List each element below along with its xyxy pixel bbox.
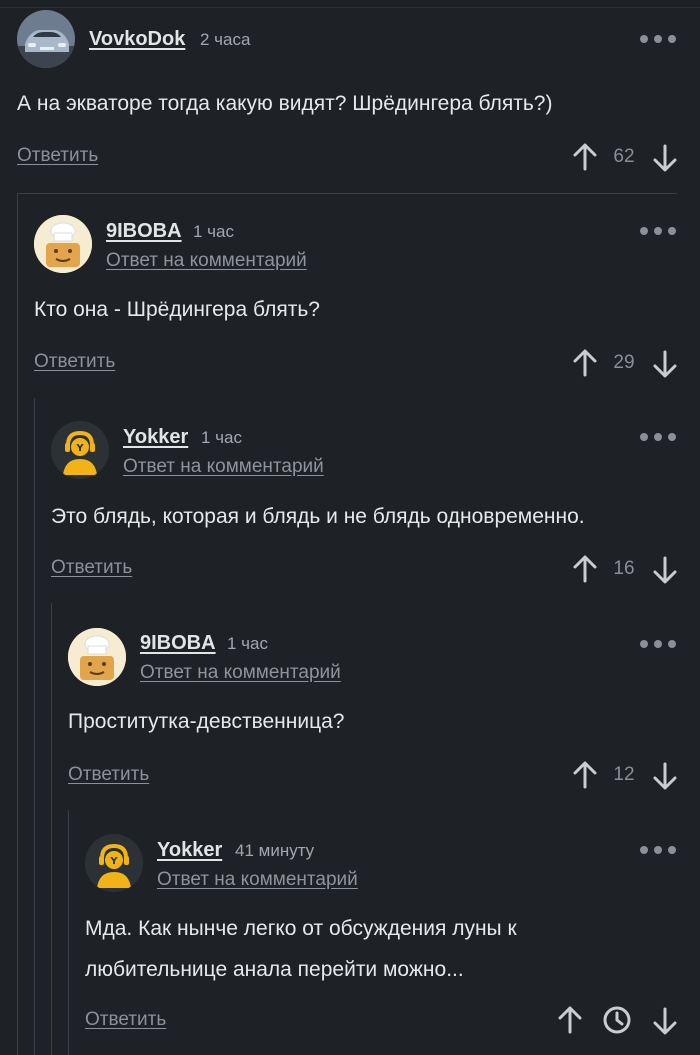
reply-button[interactable]: Ответить <box>51 557 132 579</box>
reply-button[interactable]: Ответить <box>85 1009 166 1031</box>
reply-to-link[interactable]: Ответ на комментарий <box>106 250 307 272</box>
comment-text-line-2: любительнице анала перейти можно... <box>85 958 464 981</box>
comment-time: 1 час <box>193 222 234 241</box>
comment-text: А на экваторе тогда какую видят? Шрёдинг… <box>17 92 553 115</box>
car-avatar-icon <box>17 10 75 68</box>
reply-to-link[interactable]: Ответ на комментарий <box>123 456 324 478</box>
reply-to-link[interactable]: Ответ на комментарий <box>140 662 341 684</box>
arrow-down-icon[interactable] <box>650 761 680 791</box>
avatar[interactable] <box>34 215 92 273</box>
arrow-up-icon[interactable] <box>570 142 600 172</box>
svg-text:Y: Y <box>109 856 118 867</box>
thread-line-level-2 <box>34 398 35 1055</box>
arrow-down-icon[interactable] <box>650 143 680 173</box>
reply-button[interactable]: Ответить <box>68 764 149 786</box>
more-dots-icon[interactable] <box>638 32 678 46</box>
chef-bread-avatar-icon <box>68 628 126 686</box>
reply-button[interactable]: Ответить <box>34 351 115 373</box>
avatar[interactable]: Y <box>51 421 109 479</box>
more-dots-icon[interactable] <box>638 430 678 444</box>
comment-time: 2 часа <box>200 30 251 49</box>
author-name[interactable]: Yokker <box>123 426 188 449</box>
arrow-up-icon[interactable] <box>570 554 600 584</box>
top-divider <box>0 0 700 8</box>
author-name[interactable]: 9IBOBA <box>140 632 216 655</box>
comment-text: Это блядь, которая и блядь и не блядь од… <box>51 505 585 528</box>
reply-button[interactable]: Ответить <box>17 145 98 167</box>
vote-score: 16 <box>613 558 635 579</box>
thread-line-level-4 <box>68 810 69 1055</box>
comment-text-line-1: Мда. Как нынче легко от обсуждения луны … <box>85 917 517 940</box>
more-dots-icon[interactable] <box>638 637 678 651</box>
comment-text: Проститутка-девственница? <box>68 710 345 733</box>
comment-time: 41 минуту <box>235 841 315 860</box>
author-name[interactable]: Yokker <box>157 839 222 862</box>
yellow-user-avatar-icon: Y <box>51 421 109 479</box>
arrow-down-icon[interactable] <box>650 349 680 379</box>
svg-text:Y: Y <box>75 443 84 454</box>
author-name[interactable]: VovkoDok <box>89 28 185 51</box>
thread-line-level-1 <box>17 193 18 1055</box>
arrow-down-icon[interactable] <box>650 1006 680 1036</box>
arrow-up-icon[interactable] <box>570 760 600 790</box>
avatar[interactable] <box>68 628 126 686</box>
comment-text: Кто она - Шрёдингера блять? <box>34 298 320 321</box>
reply-to-link[interactable]: Ответ на комментарий <box>157 869 358 891</box>
more-dots-icon[interactable] <box>638 843 678 857</box>
avatar[interactable] <box>17 10 75 68</box>
comment-time: 1 час <box>227 634 268 653</box>
more-dots-icon[interactable] <box>638 224 678 238</box>
vote-score: 62 <box>613 146 635 167</box>
arrow-down-icon[interactable] <box>650 555 680 585</box>
author-name[interactable]: 9IBOBA <box>106 220 182 243</box>
comment-time: 1 час <box>201 428 242 447</box>
arrow-up-icon[interactable] <box>555 1005 585 1035</box>
thread-line-level-3 <box>51 603 52 1055</box>
yellow-user-avatar-icon: Y <box>85 834 143 892</box>
vote-score: 29 <box>613 352 635 373</box>
avatar[interactable]: Y <box>85 834 143 892</box>
vote-score: 12 <box>613 764 635 785</box>
arrow-up-icon[interactable] <box>570 348 600 378</box>
clock-icon <box>603 1006 631 1034</box>
chef-bread-avatar-icon <box>34 215 92 273</box>
thread-connector <box>17 193 677 194</box>
